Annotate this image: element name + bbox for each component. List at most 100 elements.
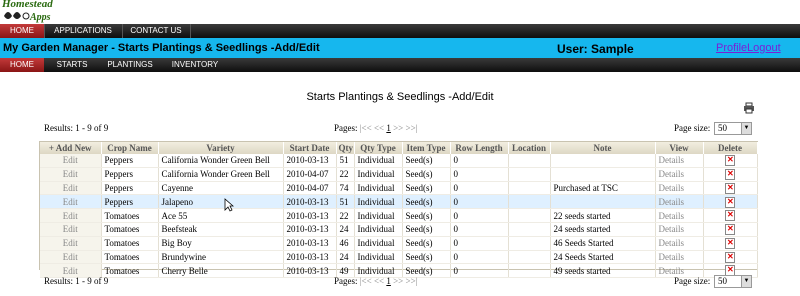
add-new-button[interactable]: + Add New bbox=[40, 142, 102, 154]
table-row[interactable]: Edit Tomatoes Beefsteak 2010-03-13 24 Individ… bbox=[40, 222, 758, 237]
edit-link[interactable]: Edit bbox=[40, 236, 102, 251]
table-row[interactable]: Edit Tomatoes Ace 55 2010-03-13 22 Individual… bbox=[40, 208, 758, 223]
col-header-crop-name[interactable]: Crop Name bbox=[101, 142, 159, 154]
edit-link[interactable]: Edit bbox=[40, 167, 102, 182]
details-link[interactable]: Details bbox=[655, 236, 704, 251]
col-header-row-length[interactable]: Row Length bbox=[450, 142, 509, 154]
cell-location bbox=[508, 181, 551, 196]
delete-icon[interactable] bbox=[725, 196, 735, 208]
details-link[interactable]: Details bbox=[655, 250, 704, 265]
next-page-link[interactable]: >> bbox=[393, 276, 403, 286]
details-link[interactable]: Details bbox=[655, 222, 704, 237]
homestead-apps-logo[interactable]: Homestead Apps bbox=[0, 0, 70, 24]
sub-nav-inventory[interactable]: INVENTORY bbox=[160, 58, 230, 72]
col-header-note[interactable]: Note bbox=[550, 142, 656, 154]
cell-row-length: 0 bbox=[450, 263, 509, 279]
col-header-qty-type[interactable]: Qty Type bbox=[354, 142, 403, 154]
cell-crop-name: Tomatoes bbox=[101, 250, 159, 265]
cell-location bbox=[508, 222, 551, 237]
printer-icon[interactable] bbox=[743, 102, 755, 114]
page-size-select-top[interactable]: 50 ▼ bbox=[714, 122, 752, 135]
top-nav-applications[interactable]: APPLICATIONS bbox=[44, 24, 123, 38]
cell-crop-name: Peppers bbox=[101, 181, 159, 196]
details-link[interactable]: Details bbox=[655, 154, 704, 168]
edit-link[interactable]: Edit bbox=[40, 154, 102, 168]
table-row[interactable]: Edit Tomatoes Big Boy 2010-03-13 46 Individua… bbox=[40, 236, 758, 251]
first-page-link[interactable]: |<< bbox=[360, 276, 372, 286]
cell-variety: Big Boy bbox=[158, 236, 284, 251]
top-nav-contact-us[interactable]: CONTACT US bbox=[122, 24, 191, 38]
cell-item-type: Seed(s) bbox=[402, 194, 451, 210]
table-row[interactable]: Edit Peppers California Wonder Green Bell 2… bbox=[40, 167, 758, 182]
profile-link[interactable]: Profile bbox=[716, 42, 747, 54]
cell-start-date: 2010-03-13 bbox=[283, 263, 337, 279]
col-header-start-date[interactable]: Start Date bbox=[283, 142, 337, 154]
cell-variety: Jalapeno bbox=[158, 194, 284, 210]
col-header-delete: Delete bbox=[703, 142, 758, 154]
details-link[interactable]: Details bbox=[655, 181, 704, 196]
first-page-link[interactable]: |<< bbox=[360, 123, 372, 133]
delete-cell bbox=[703, 236, 758, 251]
cell-qty: 46 bbox=[336, 236, 355, 251]
delete-icon[interactable] bbox=[725, 168, 735, 180]
delete-cell bbox=[703, 194, 758, 210]
table-row[interactable]: Edit Peppers Cayenne 2010-04-07 74 Individual… bbox=[40, 181, 758, 196]
details-link[interactable]: Details bbox=[655, 167, 704, 182]
chevron-down-icon[interactable]: ▼ bbox=[741, 123, 751, 134]
edit-link[interactable]: Edit bbox=[40, 181, 102, 196]
col-header-variety[interactable]: Variety bbox=[158, 142, 284, 154]
cell-location bbox=[508, 154, 551, 168]
prev-page-link[interactable]: << bbox=[374, 123, 384, 133]
table-row[interactable]: Edit Peppers California Wonder Green Bell 2… bbox=[40, 154, 758, 168]
cell-note bbox=[550, 167, 656, 182]
col-header-qty[interactable]: Qty bbox=[336, 142, 355, 154]
cell-start-date: 2010-03-13 bbox=[283, 222, 337, 237]
delete-icon[interactable] bbox=[725, 251, 735, 263]
cell-variety: Cayenne bbox=[158, 181, 284, 196]
last-page-link[interactable]: >>| bbox=[406, 276, 418, 286]
sub-nav-plantings[interactable]: PLANTINGS bbox=[100, 58, 160, 72]
app-title: My Garden Manager - Starts Plantings & S… bbox=[3, 42, 320, 54]
page-size-select-bottom[interactable]: 50 ▼ bbox=[714, 275, 752, 288]
details-link[interactable]: Details bbox=[655, 194, 704, 210]
prev-page-link[interactable]: << bbox=[374, 276, 384, 286]
page-size-label-top: Page size: bbox=[674, 123, 711, 133]
next-page-link[interactable]: >> bbox=[393, 123, 403, 133]
table-row[interactable]: Edit Tomatoes Brundywine 2010-03-13 24 Indivi… bbox=[40, 250, 758, 265]
last-page-link[interactable]: >>| bbox=[406, 123, 418, 133]
cell-item-type: Seed(s) bbox=[402, 208, 451, 223]
edit-link[interactable]: Edit bbox=[40, 194, 102, 210]
cell-variety: California Wonder Green Bell bbox=[158, 167, 284, 182]
delete-cell bbox=[703, 181, 758, 196]
cell-qty-type: Individual bbox=[354, 236, 403, 251]
cell-variety: Ace 55 bbox=[158, 208, 284, 223]
edit-link[interactable]: Edit bbox=[40, 222, 102, 237]
sub-nav-starts[interactable]: STARTS bbox=[44, 58, 100, 72]
col-header-location[interactable]: Location bbox=[508, 142, 551, 154]
col-header-item-type[interactable]: Item Type bbox=[402, 142, 451, 154]
edit-link[interactable]: Edit bbox=[40, 208, 102, 223]
current-page-link[interactable]: 1 bbox=[386, 123, 391, 133]
delete-icon[interactable] bbox=[725, 224, 735, 236]
delete-icon[interactable] bbox=[725, 210, 735, 222]
cell-qty-type: Individual bbox=[354, 194, 403, 210]
cell-qty: 22 bbox=[336, 208, 355, 223]
cell-crop-name: Peppers bbox=[101, 194, 159, 210]
cell-qty-type: Individual bbox=[354, 167, 403, 182]
delete-icon[interactable] bbox=[725, 155, 735, 167]
current-page-link[interactable]: 1 bbox=[386, 276, 391, 286]
cell-location bbox=[508, 194, 551, 210]
cell-crop-name: Tomatoes bbox=[101, 263, 159, 279]
details-link[interactable]: Details bbox=[655, 208, 704, 223]
cell-row-length: 0 bbox=[450, 250, 509, 265]
delete-cell bbox=[703, 154, 758, 168]
chevron-down-icon[interactable]: ▼ bbox=[741, 276, 751, 287]
delete-icon[interactable] bbox=[725, 237, 735, 249]
table-row[interactable]: Edit Peppers Jalapeno 2010-03-13 51 Individua… bbox=[40, 194, 758, 210]
edit-link[interactable]: Edit bbox=[40, 250, 102, 265]
delete-icon[interactable] bbox=[725, 182, 735, 194]
sub-nav-home[interactable]: HOME bbox=[0, 58, 44, 72]
cell-qty: 22 bbox=[336, 167, 355, 182]
logout-link[interactable]: Logout bbox=[747, 42, 781, 54]
top-nav-home[interactable]: HOME bbox=[0, 24, 45, 38]
